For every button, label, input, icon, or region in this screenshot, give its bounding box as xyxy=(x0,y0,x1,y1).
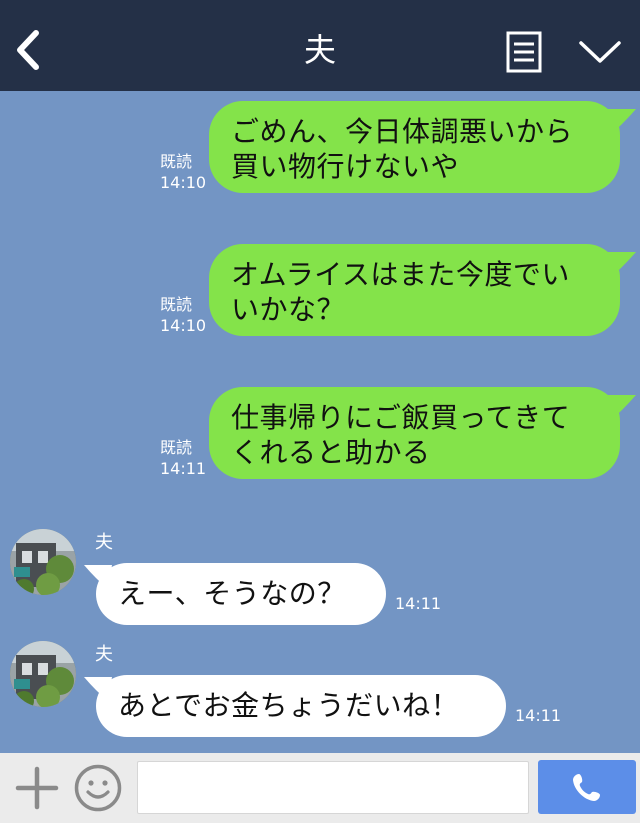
incoming-message[interactable]: あとでお金ちょうだいね！ xyxy=(96,675,506,737)
read-receipt: 既読 xyxy=(160,152,193,171)
phone-icon xyxy=(573,774,600,801)
message-time: 14:10 xyxy=(160,173,207,192)
bubble-tail xyxy=(606,395,636,421)
message-text: オムライスはまた今度でい いかな？ xyxy=(231,258,570,326)
read-receipt: 既読 xyxy=(160,438,193,457)
outgoing-message[interactable]: ごめん、今日体調悪いから 買い物行けないや xyxy=(209,101,620,193)
smiley-icon xyxy=(74,764,122,812)
message-meta: 既読 14:10 xyxy=(160,151,206,193)
notes-button[interactable] xyxy=(506,31,542,73)
call-button[interactable] xyxy=(538,760,636,814)
message-text: あとでお金ちょうだいね！ xyxy=(118,689,460,722)
avatar[interactable] xyxy=(10,641,76,707)
chat-title: 夫 xyxy=(303,31,336,69)
message-time: 14:10 xyxy=(160,316,207,335)
chat-area[interactable]: ごめん、今日体調悪いから 買い物行けないや 既読 14:10 オムライスはまた今… xyxy=(0,91,640,753)
incoming-message[interactable]: えー、そうなの？ xyxy=(96,563,386,625)
avatar-image xyxy=(10,641,76,707)
message-text: ごめん、今日体調悪いから 買い物行けないや xyxy=(231,115,574,183)
notes-icon xyxy=(506,31,542,73)
chat-header: 夫 xyxy=(0,0,640,91)
bubble-tail xyxy=(606,109,636,135)
sender-name: 夫 xyxy=(95,532,113,553)
message-meta: 既読 14:10 xyxy=(160,294,206,336)
emoji-button[interactable] xyxy=(73,763,123,813)
message-meta: 既読 14:11 xyxy=(160,437,206,479)
outgoing-message[interactable]: 仕事帰りにご飯買ってきて くれると助かる xyxy=(209,387,620,479)
outgoing-message[interactable]: オムライスはまた今度でい いかな？ xyxy=(209,244,620,336)
message-text: 仕事帰りにご飯買ってきて くれると助かる xyxy=(231,401,571,469)
message-input[interactable] xyxy=(137,761,529,814)
plus-icon xyxy=(15,766,59,810)
message-time: 14:11 xyxy=(160,459,207,478)
sender-name: 夫 xyxy=(95,644,113,665)
avatar-image xyxy=(10,529,76,595)
message-time: 14:11 xyxy=(515,706,562,725)
bubble-tail xyxy=(606,252,636,278)
read-receipt: 既読 xyxy=(160,295,193,314)
chevron-down-icon xyxy=(579,41,621,63)
add-button[interactable] xyxy=(14,765,60,811)
menu-toggle-button[interactable] xyxy=(578,38,622,66)
message-time: 14:11 xyxy=(395,594,442,613)
message-text: えー、そうなの？ xyxy=(118,577,346,610)
avatar[interactable] xyxy=(10,529,76,595)
